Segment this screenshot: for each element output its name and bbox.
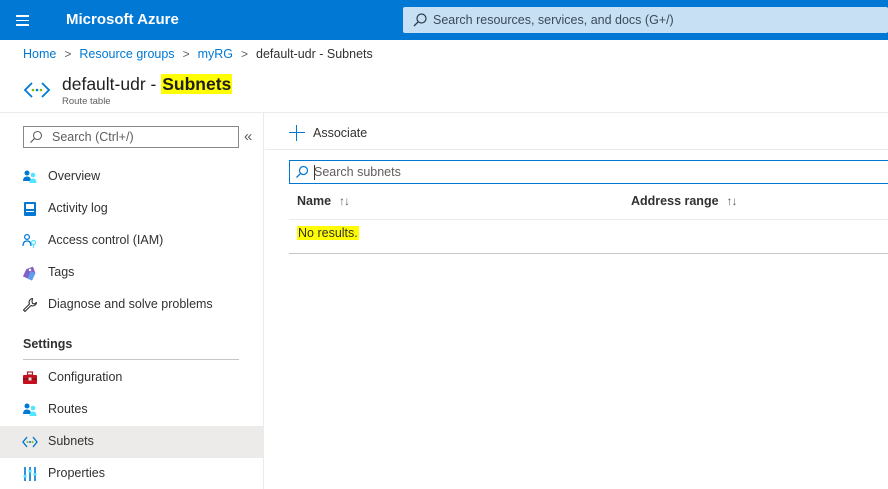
global-search-box[interactable] [403, 7, 888, 33]
sidebar-item-iam[interactable]: Access control (IAM) [0, 225, 263, 257]
route-table-icon [23, 82, 51, 98]
wrench-icon [22, 297, 38, 313]
sort-icon: ↑↓ [726, 194, 738, 208]
top-bar: Microsoft Azure [0, 0, 888, 40]
subnet-search-box[interactable] [289, 160, 888, 184]
iam-icon [22, 233, 37, 248]
page-title-prefix: default-udr - [62, 74, 162, 94]
sidebar-item-properties[interactable]: Properties [0, 458, 263, 489]
column-header-label: Name [297, 194, 332, 208]
routes-icon [23, 403, 37, 416]
sidebar-item-overview[interactable]: Overview [0, 161, 263, 193]
chevron-right-icon: > [64, 47, 72, 61]
tag-icon [22, 266, 36, 281]
sidebar-item-subnets[interactable]: Subnets [0, 426, 263, 458]
section-divider [23, 359, 239, 360]
sidebar-item-configuration[interactable]: Configuration [0, 362, 263, 394]
global-search-input[interactable] [433, 7, 873, 33]
sidebar-search-box[interactable] [23, 126, 239, 148]
sort-icon: ↑↓ [339, 194, 350, 208]
search-icon [30, 130, 43, 143]
sidebar-item-label: Diagnose and solve problems [48, 297, 213, 311]
sidebar-item-activity-log[interactable]: Activity log [0, 193, 263, 225]
search-icon [413, 13, 427, 27]
main-content: Associate Name ↑↓ Address range ↑↓ No re… [265, 113, 888, 489]
associate-label: Associate [313, 126, 368, 140]
breadcrumb-resource-groups[interactable]: Resource groups [79, 47, 174, 61]
sidebar-item-routes[interactable]: Routes [0, 394, 263, 426]
subnets-icon [22, 436, 38, 448]
settings-section-header: Settings [23, 337, 73, 351]
command-bar-divider [265, 149, 888, 150]
sidebar-item-tags[interactable]: Tags [0, 257, 263, 289]
sidebar-item-label: Configuration [48, 370, 123, 384]
subnet-search-input[interactable] [314, 161, 874, 183]
sidebar-item-label: Properties [48, 466, 105, 480]
sidebar-item-label: Tags [48, 265, 75, 279]
plus-icon [289, 125, 305, 141]
sidebar-item-label: Overview [48, 169, 101, 183]
sidebar-item-label: Access control (IAM) [48, 233, 164, 247]
page-subtitle: Route table [62, 96, 111, 107]
collapse-sidebar-icon[interactable]: « [244, 128, 252, 145]
column-header-label: Address range [631, 194, 719, 208]
chevron-right-icon: > [182, 47, 190, 61]
hamburger-menu-icon[interactable] [10, 8, 34, 32]
sidebar-search-input[interactable] [52, 127, 232, 147]
search-icon [296, 165, 309, 178]
sidebar-item-diagnose[interactable]: Diagnose and solve problems [0, 289, 263, 321]
breadcrumb-current: default-udr - Subnets [256, 47, 373, 61]
activity-log-icon [24, 202, 36, 216]
sidebar-item-label: Subnets [48, 434, 94, 448]
chevron-right-icon: > [241, 47, 249, 61]
associate-button[interactable]: Associate [289, 123, 367, 143]
table-header-divider [289, 219, 888, 220]
column-header-address-range[interactable]: Address range ↑↓ [631, 194, 738, 208]
properties-icon [23, 467, 37, 481]
overview-icon [23, 170, 37, 183]
empty-state-text: No results. [297, 226, 359, 240]
sidebar-item-label: Routes [48, 402, 88, 416]
column-header-name[interactable]: Name ↑↓ [297, 194, 350, 208]
toolbox-icon [23, 371, 37, 384]
sidebar-item-label: Activity log [48, 201, 108, 215]
breadcrumb-myrg[interactable]: myRG [198, 47, 233, 61]
page-title: default-udr - Subnets [62, 74, 233, 95]
page-title-highlight: Subnets [161, 74, 233, 94]
sidebar: « Overview Activity log Access control (… [0, 113, 264, 489]
brand-title[interactable]: Microsoft Azure [66, 11, 179, 28]
breadcrumb-home[interactable]: Home [23, 47, 56, 61]
table-bottom-divider [289, 253, 888, 254]
breadcrumb: Home > Resource groups > myRG > default-… [23, 47, 373, 61]
